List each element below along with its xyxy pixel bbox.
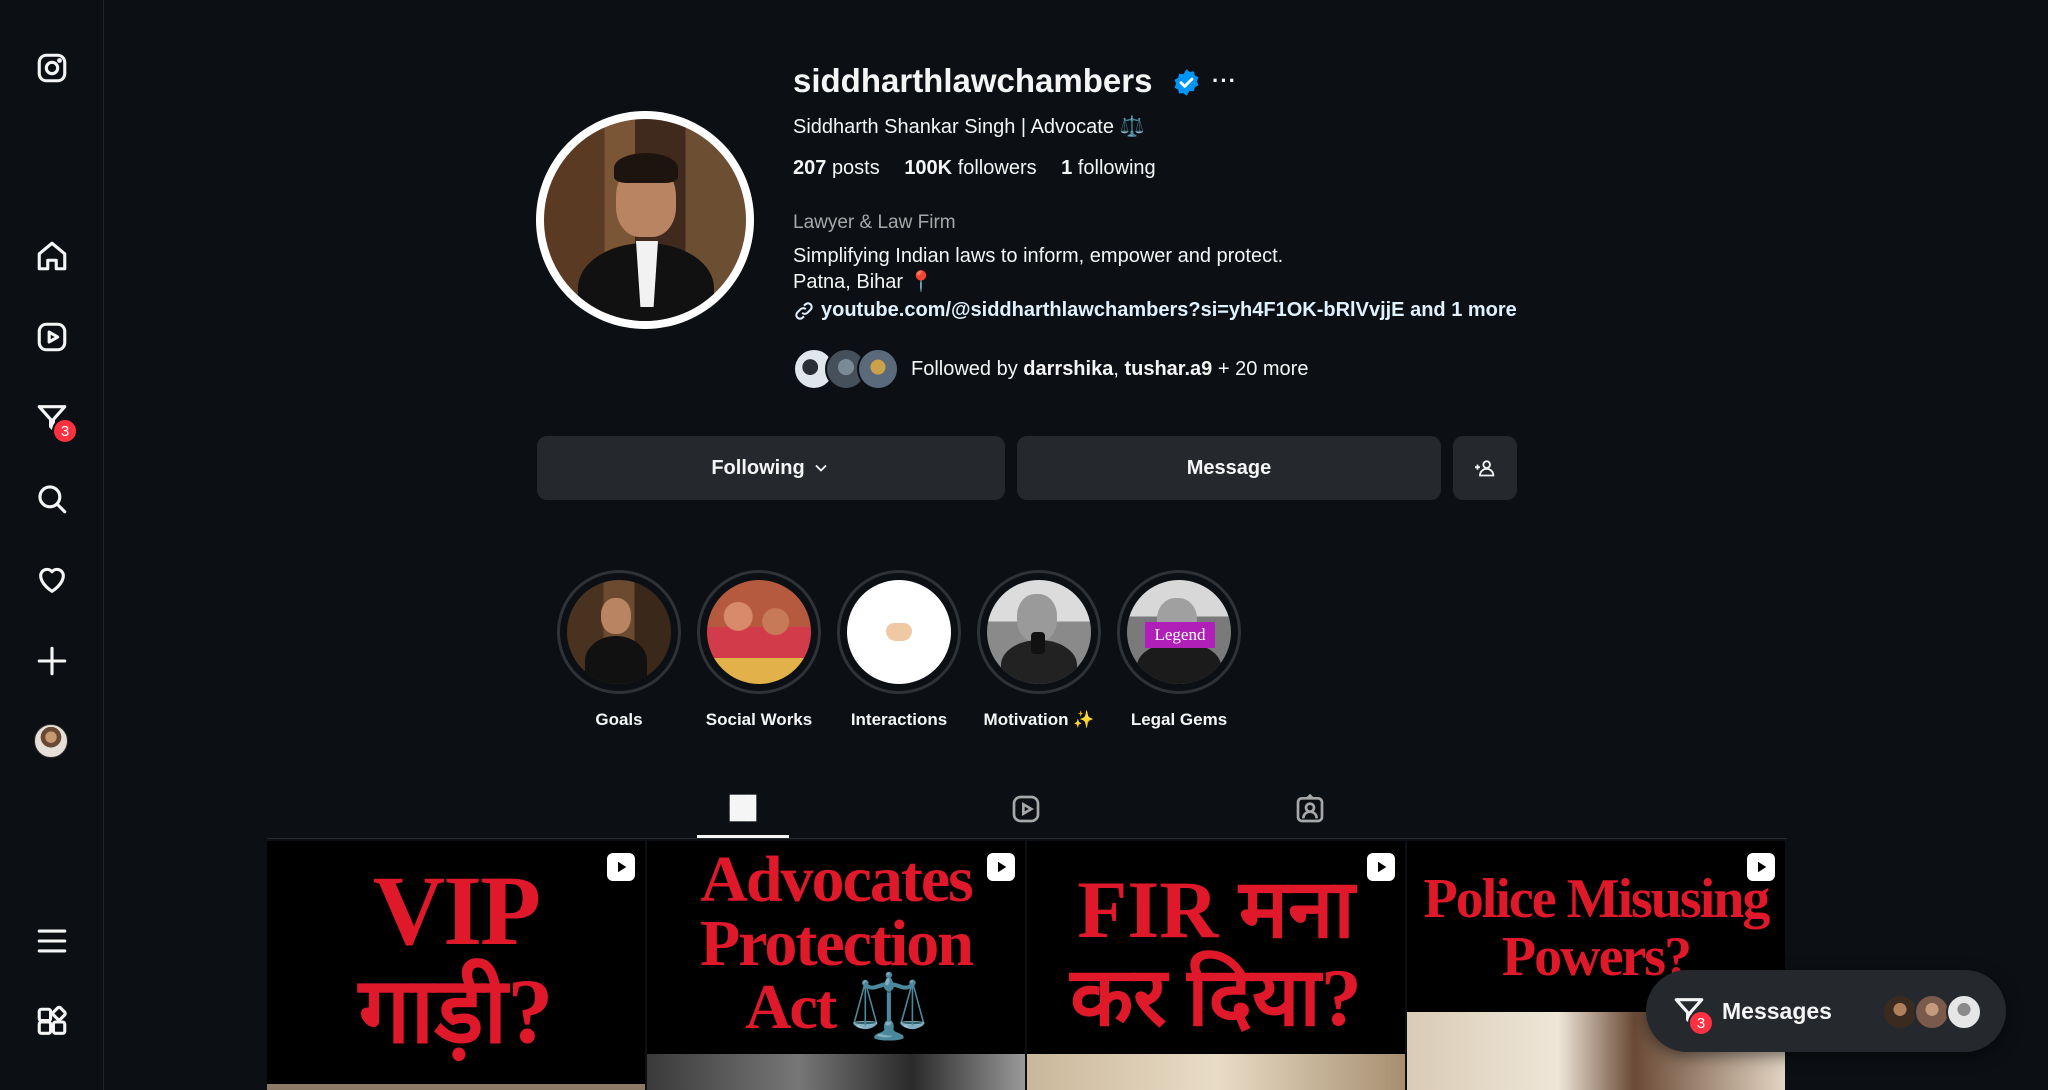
following-label: Following — [711, 456, 805, 479]
heart-icon[interactable] — [32, 560, 72, 600]
message-label: Message — [1186, 456, 1272, 479]
tagged-icon — [1296, 793, 1324, 823]
profile-link[interactable]: youtube.com/@siddharthlawchambers?si=yh4… — [793, 299, 1517, 322]
profile-category: Lawyer & Law Firm — [793, 212, 956, 233]
reels-icon[interactable] — [32, 317, 72, 357]
reel-badge-icon — [1747, 853, 1775, 881]
highlight-label: Goals — [595, 710, 643, 729]
followers-stat[interactable]: 100K followers — [904, 157, 1036, 179]
following-button[interactable]: Following — [537, 436, 1005, 500]
post-tile[interactable]: VIP गाड़ी? — [267, 841, 645, 1090]
notification-badge: 3 — [52, 418, 78, 444]
message-avatar — [1914, 994, 1950, 1030]
followed-by-text: Followed by darrshika, tushar.a9 + 20 mo… — [911, 357, 1309, 380]
tabs-divider — [267, 838, 1787, 839]
profile-stats: 207 posts 100K followers 1 following — [793, 157, 1175, 180]
post-tile[interactable]: Police Misusing Powers? — [1407, 841, 1785, 1090]
link-icon — [795, 301, 813, 320]
options-button[interactable]: ··· — [1212, 68, 1237, 94]
profile-bio: Simplifying Indian laws to inform, empow… — [793, 243, 1283, 295]
reel-badge-icon — [1367, 853, 1395, 881]
home-icon[interactable] — [32, 236, 72, 276]
chevron-down-icon — [815, 464, 827, 472]
instagram-icon[interactable] — [32, 48, 72, 88]
following-stat[interactable]: 1 following — [1061, 157, 1156, 179]
create-icon[interactable] — [32, 641, 72, 681]
profile-picture[interactable] — [536, 111, 754, 329]
post-title: गाड़ी? — [358, 960, 554, 1062]
messages-bar[interactable]: 3 Messages — [1646, 970, 2006, 1052]
highlight-motivation[interactable]: Motivation ✨ — [977, 570, 1101, 730]
post-title: Police Misusing — [1423, 868, 1771, 930]
tab-posts[interactable] — [697, 780, 789, 838]
highlight-label: Legal Gems — [1130, 710, 1228, 729]
profile-username: siddharthlawchambers — [793, 62, 1153, 99]
grid-icon — [729, 794, 757, 821]
profile-link-text[interactable]: youtube.com/@siddharthlawchambers?si=yh4… — [821, 299, 1517, 322]
highlight-legal-gems[interactable]: Legend Legal Gems — [1117, 570, 1241, 730]
post-tile[interactable]: Advocates Protection Act ⚖️ — [647, 841, 1025, 1090]
bio-line: Simplifying Indian laws to inform, empow… — [793, 245, 1284, 267]
mutual-avatar — [857, 348, 899, 390]
post-title: Protection — [699, 907, 974, 980]
tab-reels[interactable] — [980, 780, 1072, 838]
followed-by[interactable]: Followed by darrshika, tushar.a9 + 20 mo… — [793, 348, 1308, 390]
direct-icon[interactable]: 3 — [32, 398, 78, 444]
profile-full-name: Siddharth Shankar Singh | Advocate ⚖️ — [793, 116, 1145, 138]
suggest-button[interactable] — [1453, 436, 1517, 500]
message-avatar — [1946, 994, 1982, 1030]
reel-badge-icon — [607, 853, 635, 881]
highlight-label: Motivation ✨ — [983, 710, 1095, 729]
post-title: VIP — [372, 855, 541, 966]
add-person-icon — [1475, 460, 1495, 477]
message-avatar — [1882, 994, 1918, 1030]
tab-tagged[interactable] — [1264, 780, 1356, 838]
highlight-social-works[interactable]: Social Works — [697, 570, 821, 730]
messages-badge: 3 — [1688, 1010, 1714, 1036]
sidebar: 3 — [0, 0, 104, 1090]
menu-icon[interactable] — [32, 921, 72, 961]
highlight-goals[interactable]: Goals — [557, 570, 681, 730]
verified-icon — [1174, 69, 1199, 96]
reels-tab-icon — [1012, 795, 1040, 823]
more-apps-icon[interactable] — [32, 1002, 72, 1042]
message-button[interactable]: Message — [1017, 436, 1441, 500]
highlight-label: Interactions — [850, 710, 948, 729]
search-icon[interactable] — [32, 479, 72, 519]
post-title: FIR मना — [1077, 864, 1355, 955]
post-tile[interactable]: FIR मना कर दिया? — [1027, 841, 1405, 1090]
reel-badge-icon — [987, 853, 1015, 881]
legend-badge: Legend — [1145, 622, 1215, 648]
post-title: कर दिया? — [1070, 952, 1362, 1043]
bio-location: Patna, Bihar 📍 — [793, 271, 934, 293]
highlight-interactions[interactable]: Interactions — [837, 570, 961, 730]
post-title: Act ⚖️ — [745, 971, 929, 1042]
profile-avatar[interactable] — [34, 724, 68, 758]
post-title: Advocates — [700, 843, 974, 916]
highlight-label: Social Works — [705, 710, 813, 729]
messages-label: Messages — [1722, 998, 1832, 1024]
posts-stat: 207 posts — [793, 157, 880, 179]
